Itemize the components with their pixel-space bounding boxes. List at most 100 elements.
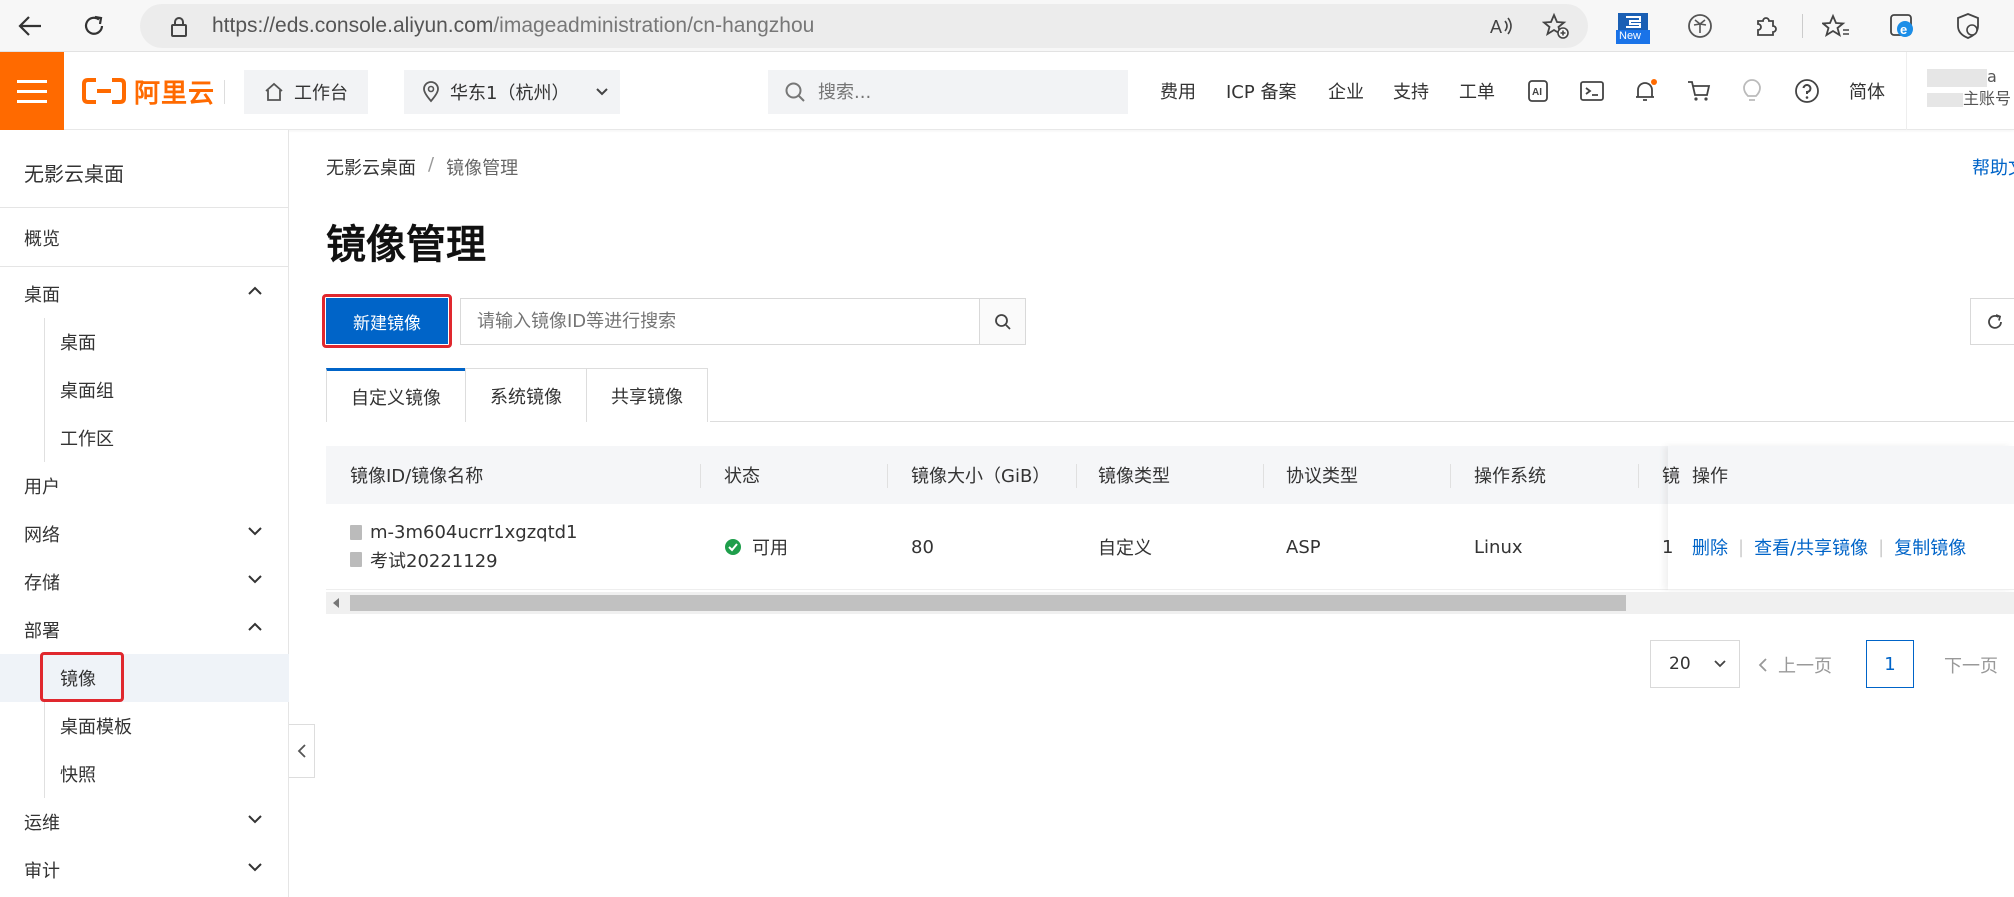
account-line1: a [1987,67,1997,86]
breadcrumb-current: 镜像管理 [446,158,519,179]
sidebar-item-label: 概览 [24,229,60,250]
svg-text:AI: AI [1532,87,1542,98]
highlight-box-images [40,652,124,702]
tab-shared-images[interactable]: 共享镜像 [586,368,708,422]
console-topbar: 阿里云 工作台 华东1（杭州） 费用 ICP 备案 企业 支持 工单 AI 简体… [0,52,2014,130]
language-switch[interactable]: 简体 [1849,52,1885,130]
global-search-input[interactable] [818,81,1098,103]
col-id-name: 镜像ID/镜像名称 [350,466,484,487]
sidebar-group-deploy[interactable]: 部署 [0,606,289,654]
sidebar-group-network[interactable]: 网络 [0,510,289,558]
url-path: /imageadministration/cn-hangzhou [493,14,815,37]
image-search-field[interactable] [460,298,980,345]
sidebar-item-desktop-groups[interactable]: 桌面组 [0,366,289,414]
help-circle-icon[interactable] [1792,76,1822,106]
cart-icon[interactable] [1684,76,1714,106]
col-os: 操作系统 [1474,466,1546,487]
sidebar-item-desktops[interactable]: 桌面 [0,318,289,366]
chevron-down-icon [248,815,262,824]
refresh-button[interactable] [1970,298,2014,345]
sidebar-item-users[interactable]: 用户 [0,462,289,510]
image-id: m-3m604ucrr1xgzqtd1 [370,521,578,543]
image-search-button[interactable] [980,298,1026,345]
account-menu[interactable]: a 主账号 [1906,52,2014,130]
chevron-down-icon [596,88,609,96]
menu-hamburger-button[interactable] [0,52,64,130]
reload-icon[interactable] [76,8,112,44]
cell-type: 自定义 [1098,538,1152,559]
sidebar-group-storage[interactable]: 存储 [0,558,289,606]
sidebar-item-snapshots[interactable]: 快照 [0,750,289,798]
chevron-down-icon [248,527,262,536]
extension-palm-icon[interactable] [1686,12,1714,40]
page-title: 镜像管理 [326,222,486,268]
sidebar-group-audit[interactable]: 审计 [0,846,289,894]
new-extension-icon[interactable]: New [1616,12,1650,44]
region-label: 华东1（杭州） [450,83,570,104]
url-text: https://eds.console.aliyun.com/imageadmi… [212,14,814,38]
sidebar-item-desktop-templates[interactable]: 桌面模板 [0,702,289,750]
breadcrumb-separator: / [428,154,435,175]
cell-id-name: m-3m604ucrr1xgzqtd1 考试20221129 [350,504,578,590]
aliyun-logo[interactable]: 阿里云 [82,74,215,109]
col-size: 镜像大小（GiB） [911,466,1051,487]
nav-enterprise[interactable]: 企业 [1328,52,1364,130]
ai-assistant-icon[interactable]: AI [1523,76,1553,106]
scroll-left-icon[interactable] [332,597,340,609]
page-size-select[interactable]: 20 [1650,640,1740,688]
page-size-value: 20 [1669,654,1691,674]
account-id-blurred [1927,92,1963,107]
sidebar-title: 无影云桌面 [0,130,288,208]
copy-icon[interactable] [350,524,362,540]
extensions-puzzle-icon[interactable] [1752,12,1780,40]
favorite-add-icon[interactable] [1542,12,1570,40]
sidebar-item-overview[interactable]: 概览 [0,214,289,262]
tab-custom-images[interactable]: 自定义镜像 [326,368,466,422]
notification-bell-icon[interactable] [1630,76,1660,106]
new-badge-label: New [1619,30,1642,42]
table-horizontal-scrollbar[interactable] [326,592,2014,614]
read-aloud-icon[interactable]: A [1488,12,1516,40]
tab-label: 系统镜像 [490,386,562,408]
logo-divider [224,80,225,104]
prev-page-button[interactable]: 上一页 [1758,652,1832,678]
tab-system-images[interactable]: 系统镜像 [465,368,587,422]
sidebar: 无影云桌面 概览 桌面 桌面 桌面组 工作区 用户 网络 存储 部署 镜像 桌面… [0,130,289,897]
browser-toolbar: https://eds.console.aliyun.com/imageadmi… [0,0,2014,52]
global-search[interactable] [768,70,1128,114]
nav-ticket[interactable]: 工单 [1459,52,1495,130]
nav-support[interactable]: 支持 [1393,52,1429,130]
sidebar-group-desktop[interactable]: 桌面 [0,270,289,318]
page-number-current[interactable]: 1 [1866,640,1914,688]
breadcrumb-root[interactable]: 无影云桌面 [326,154,416,180]
copy-icon[interactable] [350,552,362,567]
next-page-button[interactable]: 下一页 [1944,652,1998,678]
scrollbar-thumb[interactable] [350,595,1626,611]
nav-fees[interactable]: 费用 [1160,52,1196,130]
sidebar-item-label: 工作区 [60,429,114,450]
col-type: 镜像类型 [1098,466,1170,487]
chevron-left-icon [1758,658,1767,672]
chevron-up-icon [248,286,262,295]
performance-icon[interactable] [1954,12,1982,40]
edge-collections-icon[interactable]: e [1888,12,1916,40]
back-icon[interactable] [12,8,48,44]
cloud-shell-icon[interactable] [1577,76,1607,106]
sidebar-item-workspaces[interactable]: 工作区 [0,414,289,462]
svg-text:A: A [1490,17,1502,37]
region-selector[interactable]: 华东1（杭州） [404,70,620,114]
sidebar-item-label: 审计 [24,861,60,882]
chevron-down-icon [1714,660,1726,668]
nav-icp[interactable]: ICP 备案 [1226,52,1296,130]
image-search-input[interactable] [477,311,957,332]
sidebar-collapse-button[interactable] [289,724,315,778]
workbench-button[interactable]: 工作台 [244,70,368,114]
svg-text:e: e [1900,22,1907,37]
lightbulb-icon[interactable] [1737,76,1767,106]
favorites-icon[interactable] [1822,12,1850,40]
nav-icp-label: ICP 备案 [1226,82,1297,103]
sidebar-item-label: 网络 [24,525,60,546]
sidebar-item-label: 部署 [24,621,60,642]
help-doc-link[interactable]: 帮助文 [1972,154,2014,180]
sidebar-group-ops[interactable]: 运维 [0,798,289,846]
